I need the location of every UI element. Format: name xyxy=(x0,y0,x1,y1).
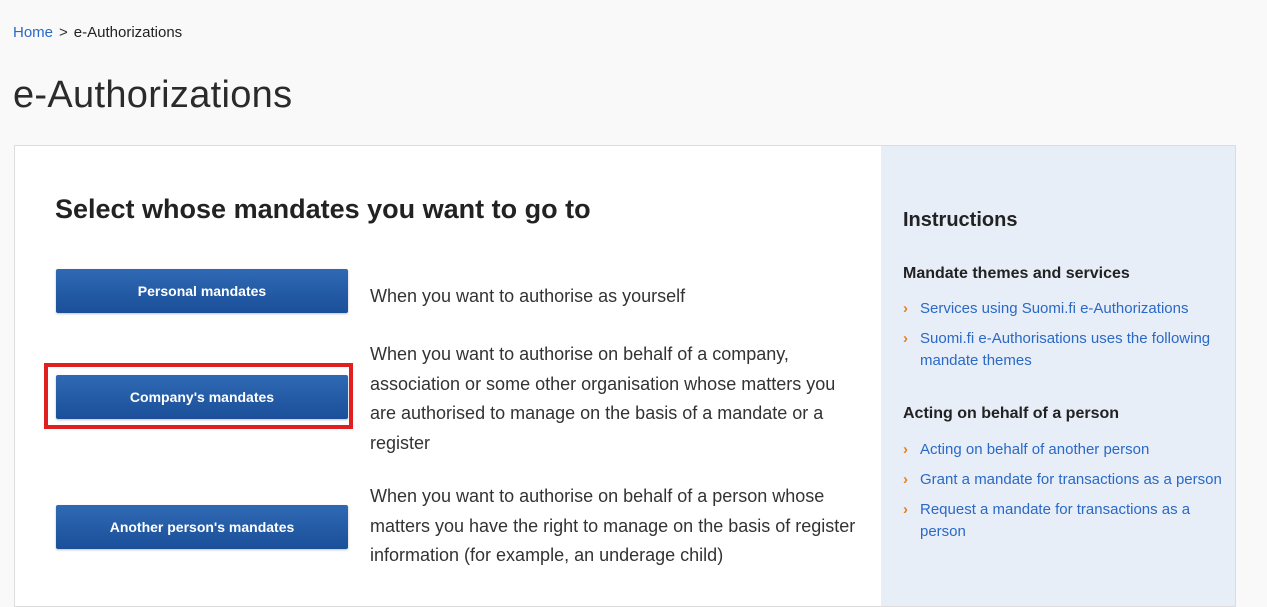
instructions-sidebar: Instructions Mandate themes and services… xyxy=(881,146,1235,606)
link-label: Services using Suomi.fi e-Authorizations xyxy=(920,300,1189,317)
link-mandate-themes[interactable]: › Suomi.fi e-Authorisations uses the foll… xyxy=(903,328,1228,372)
page-title: e-Authorizations xyxy=(13,74,293,116)
selection-heading: Select whose mandates you want to go to xyxy=(55,194,591,224)
breadcrumb: Home > e-Authorizations xyxy=(13,24,182,41)
link-label: Request a mandate for transactions as a … xyxy=(920,501,1191,540)
chevron-right-icon: › xyxy=(903,441,908,458)
breadcrumb-separator: > xyxy=(59,24,68,41)
mandate-themes-links: › Services using Suomi.fi e-Authorization… xyxy=(903,298,1228,380)
chevron-right-icon: › xyxy=(903,471,908,488)
link-services-using[interactable]: › Services using Suomi.fi e-Authorization… xyxy=(903,298,1228,320)
company-mandates-description: When you want to authorise on behalf of … xyxy=(370,344,836,453)
content-card: Select whose mandates you want to go to … xyxy=(14,145,1236,607)
chevron-right-icon: › xyxy=(903,330,908,347)
acting-on-behalf-links: › Acting on behalf of another person › Gra… xyxy=(903,439,1228,551)
breadcrumb-home-link[interactable]: Home xyxy=(13,24,53,41)
personal-mandates-button[interactable]: Personal mandates xyxy=(56,269,348,313)
another-person-mandates-button[interactable]: Another person's mandates xyxy=(56,505,348,549)
link-label: Suomi.fi e-Authorisations uses the follo… xyxy=(920,330,1211,369)
mandate-selection: Select whose mandates you want to go to … xyxy=(15,146,881,606)
chevron-right-icon: › xyxy=(903,300,908,317)
link-acting-on-behalf[interactable]: › Acting on behalf of another person xyxy=(903,439,1228,461)
another-person-mandates-description: When you want to authorise on behalf of … xyxy=(370,486,856,565)
instructions-title: Instructions xyxy=(903,209,1018,231)
breadcrumb-current: e-Authorizations xyxy=(73,24,183,41)
chevron-right-icon: › xyxy=(903,501,908,518)
link-label: Grant a mandate for transactions as a pe… xyxy=(920,471,1222,488)
section-heading-acting-on-behalf: Acting on behalf of a person xyxy=(903,405,1120,422)
personal-mandates-description: When you want to authorise as yourself xyxy=(370,286,686,306)
section-heading-mandate-themes: Mandate themes and services xyxy=(903,265,1130,282)
link-grant-mandate[interactable]: › Grant a mandate for transactions as a p… xyxy=(903,469,1228,491)
company-mandates-button[interactable]: Company's mandates xyxy=(56,375,348,419)
link-label: Acting on behalf of another person xyxy=(920,441,1150,458)
link-request-mandate[interactable]: › Request a mandate for transactions as a… xyxy=(903,499,1228,543)
